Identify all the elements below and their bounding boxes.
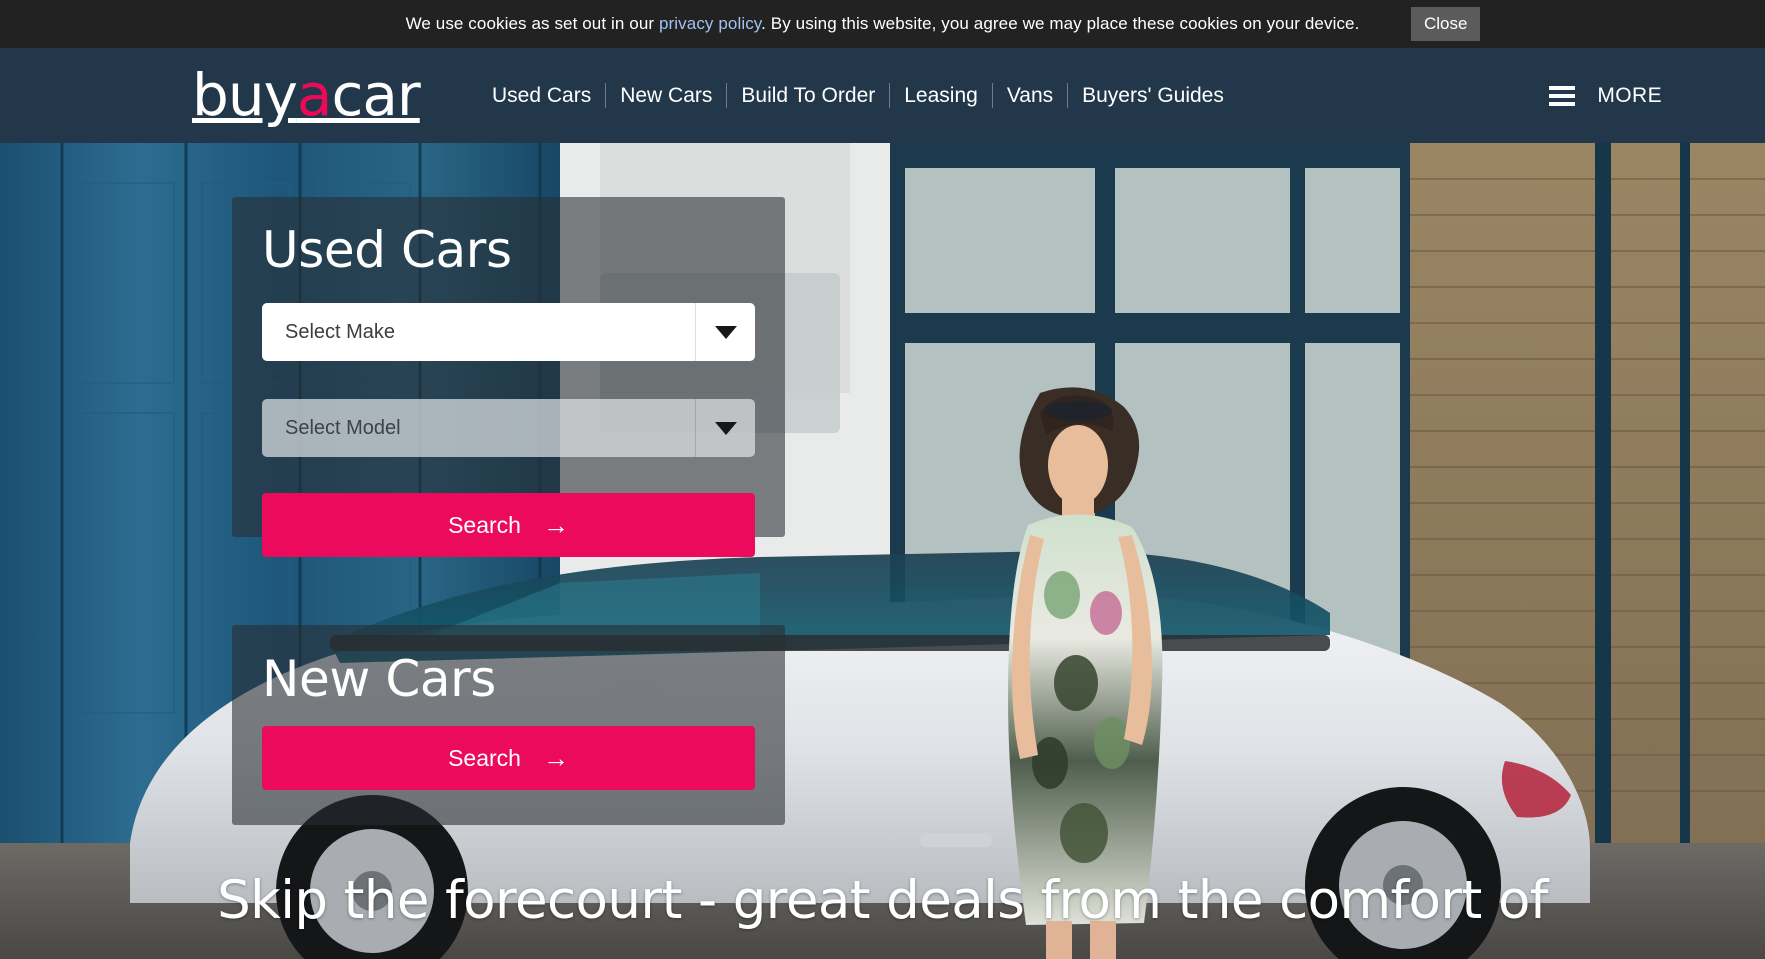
select-make-label: Select Make: [285, 320, 396, 343]
privacy-policy-link[interactable]: privacy policy: [659, 14, 761, 33]
cookie-consent-bar: We use cookies as set out in our privacy…: [0, 0, 1765, 48]
cookie-message: We use cookies as set out in our privacy…: [406, 14, 1360, 34]
logo-text-car: car: [331, 61, 420, 129]
new-cars-search-button[interactable]: Search →: [262, 726, 755, 790]
more-menu-label: MORE: [1597, 83, 1662, 107]
new-cars-panel-title: New Cars: [262, 650, 496, 708]
used-cars-search-label: Search: [448, 511, 521, 538]
nav-item-new-cars[interactable]: New Cars: [606, 84, 726, 108]
logo-text-a: a: [296, 61, 333, 129]
nav-item-used-cars[interactable]: Used Cars: [478, 84, 605, 108]
hero-headline: Skip the forecourt - great deals from th…: [217, 870, 1548, 931]
main-navigation-bar: buyacar Used Cars New Cars Build To Orde…: [0, 48, 1765, 143]
nav-item-buyers-guides[interactable]: Buyers' Guides: [1068, 84, 1238, 108]
cookie-close-button[interactable]: Close: [1411, 7, 1481, 41]
cookie-text-after: . By using this website, you agree we ma…: [761, 14, 1360, 33]
logo-text-buy: buy: [192, 61, 298, 129]
used-cars-search-button[interactable]: Search →: [262, 493, 755, 557]
chevron-down-icon[interactable]: [696, 303, 755, 361]
more-menu-button[interactable]: MORE: [1549, 48, 1662, 143]
cookie-text-before: We use cookies as set out in our: [405, 14, 659, 33]
hero-section: Used Cars Select Make Select Model Searc…: [0, 143, 1765, 959]
used-cars-panel-title: Used Cars: [262, 221, 512, 279]
select-model-label: Select Model: [285, 416, 401, 439]
used-cars-search-panel: Used Cars Select Make Select Model Searc…: [232, 197, 785, 557]
arrow-right-icon: →: [542, 743, 569, 773]
primary-nav-links: Used Cars New Cars Build To Order Leasin…: [478, 48, 1238, 143]
nav-item-build-to-order[interactable]: Build To Order: [727, 84, 889, 108]
site-logo[interactable]: buyacar: [192, 66, 421, 124]
nav-item-vans[interactable]: Vans: [993, 84, 1067, 108]
select-make-dropdown[interactable]: Select Make: [262, 303, 755, 361]
nav-item-leasing[interactable]: Leasing: [890, 84, 992, 108]
select-model-dropdown[interactable]: Select Model: [262, 399, 755, 457]
arrow-right-icon: →: [542, 510, 569, 540]
chevron-down-icon[interactable]: [696, 399, 755, 457]
new-cars-search-panel: New Cars Search →: [232, 625, 785, 825]
new-cars-search-label: Search: [448, 744, 521, 771]
hamburger-icon[interactable]: [1549, 85, 1576, 106]
